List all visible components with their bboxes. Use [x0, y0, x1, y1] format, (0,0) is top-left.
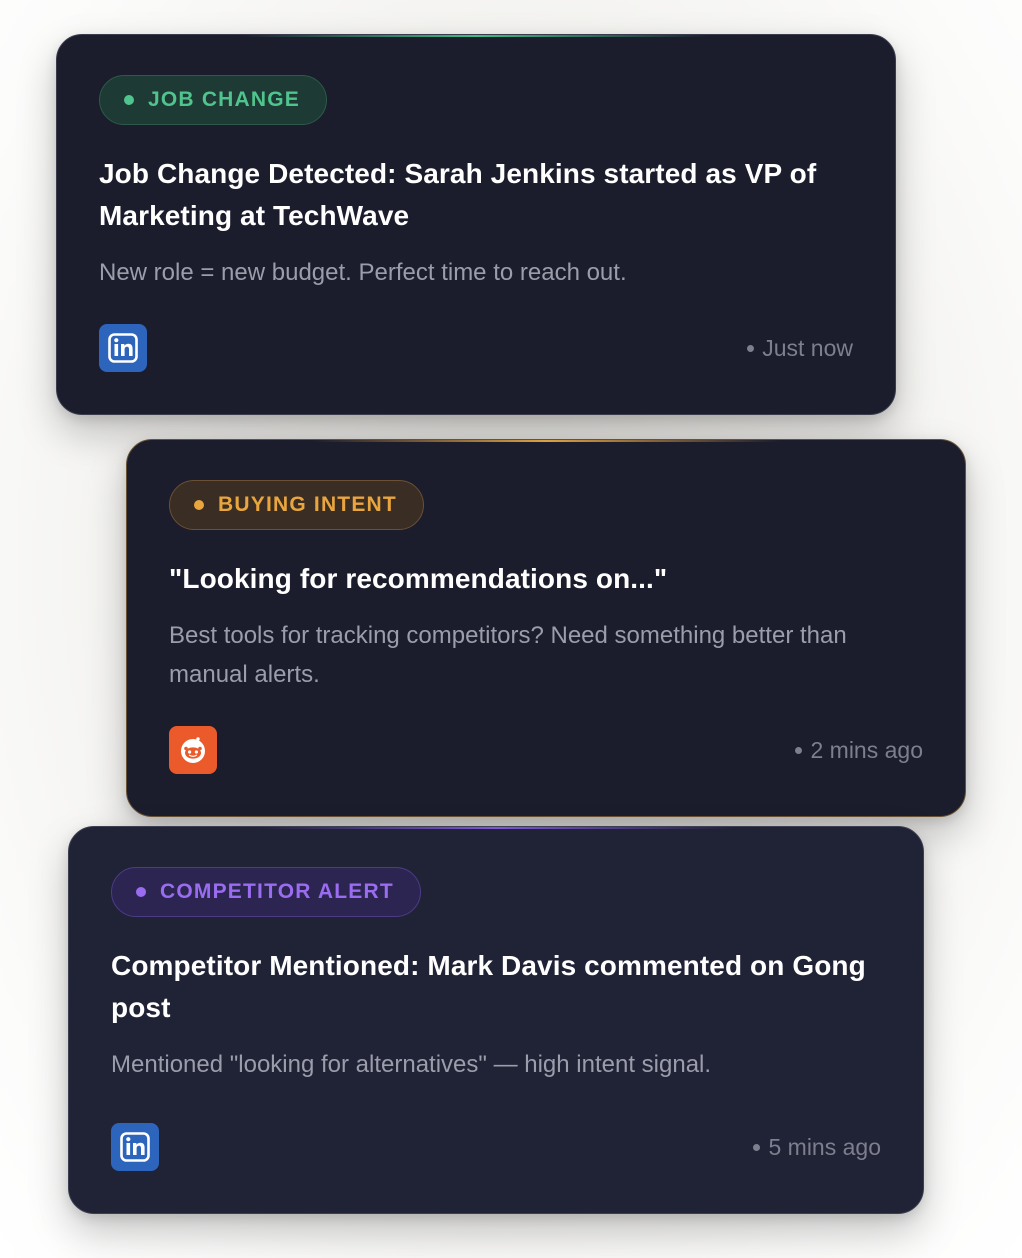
card-title: Competitor Mentioned: Mark Davis comment… [111, 950, 866, 1023]
linkedin-icon[interactable] [111, 1123, 159, 1171]
signal-card-buying-intent[interactable]: BUYING INTENT "Looking for recommendatio… [126, 439, 966, 817]
reddit-icon[interactable] [169, 726, 217, 774]
signal-card-job-change[interactable]: JOB CHANGE Job Change Detected: Sarah Je… [56, 34, 896, 415]
timestamp-label: 2 mins ago [810, 736, 923, 763]
status-dot-icon [124, 95, 134, 105]
card-description: Mentioned "looking for alternatives" — h… [111, 1051, 712, 1078]
bullet-icon [795, 746, 803, 754]
timestamp: Just now [747, 335, 853, 362]
badge-label: COMPETITOR ALERT [160, 880, 394, 903]
signal-card-competitor-alert[interactable]: COMPETITOR ALERT Competitor Mentioned: M… [68, 826, 924, 1214]
bullet-icon [747, 344, 755, 352]
card-title: Job Change Detected: Sarah Jenkins start… [99, 158, 817, 231]
card-footer: 2 mins ago [169, 726, 923, 774]
badge-label: JOB CHANGE [148, 88, 301, 111]
linkedin-icon[interactable] [99, 324, 147, 372]
card-title: "Looking for recommendations on..." [169, 563, 668, 594]
card-footer: Just now [99, 324, 853, 372]
timestamp: 5 mins ago [753, 1134, 881, 1161]
competitor-alert-badge: COMPETITOR ALERT [111, 867, 421, 917]
job-change-badge: JOB CHANGE [99, 75, 328, 125]
badge-label: BUYING INTENT [218, 493, 397, 516]
status-dot-icon [194, 500, 204, 510]
bullet-icon [753, 1143, 761, 1151]
timestamp: 2 mins ago [795, 737, 923, 764]
buying-intent-badge: BUYING INTENT [169, 480, 424, 530]
timestamp-label: 5 mins ago [768, 1133, 881, 1160]
card-description: New role = new budget. Perfect time to r… [99, 259, 627, 286]
card-description: Best tools for tracking competitors? Nee… [169, 622, 847, 688]
card-footer: 5 mins ago [111, 1123, 881, 1171]
timestamp-label: Just now [762, 334, 853, 361]
status-dot-icon [136, 887, 146, 897]
